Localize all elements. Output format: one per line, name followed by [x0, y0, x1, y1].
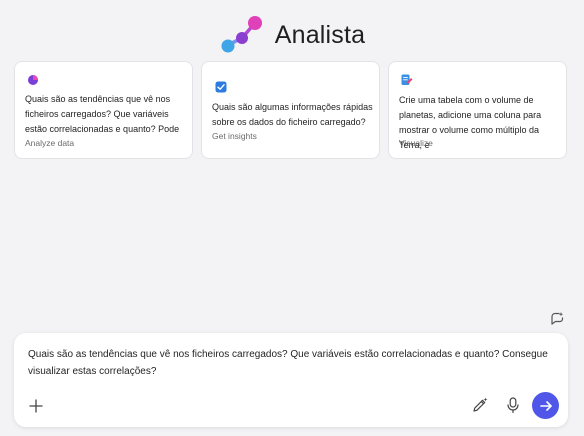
suggestion-text: Quais são as tendências que vê nos fiche…	[25, 94, 180, 134]
app-header: Analista	[0, 14, 584, 56]
suggestion-card-insights[interactable]: Quais são algumas informações rápidas so…	[201, 61, 380, 159]
pen-sparkle-icon[interactable]	[471, 396, 489, 414]
suggestion-card-visualize[interactable]: Crie uma tabela com o volume de planetas…	[388, 61, 567, 159]
app-title: Analista	[274, 20, 366, 49]
send-button[interactable]	[532, 392, 559, 419]
checkbox-icon	[215, 81, 227, 93]
document-edit-icon	[401, 74, 413, 85]
suggestion-category: Get insights	[212, 131, 257, 141]
chat-history-icon[interactable]	[549, 311, 565, 327]
suggestion-category: Analyze data	[25, 138, 75, 148]
chart-icon	[28, 75, 38, 85]
microphone-icon[interactable]	[506, 397, 520, 414]
analista-logo-icon	[221, 16, 262, 53]
suggestion-card-analyze[interactable]: Quais são as tendências que vê nos fiche…	[14, 61, 193, 159]
chat-composer[interactable]: Quais são as tendências que vê nos fiche…	[14, 333, 568, 427]
message-input[interactable]: Quais são as tendências que vê nos fiche…	[28, 346, 564, 380]
arrow-right-icon	[539, 400, 552, 411]
plus-icon[interactable]	[28, 398, 44, 414]
suggestion-category: Visualize	[399, 138, 433, 148]
suggestion-text: Quais são algumas informações rápidas so…	[212, 102, 373, 127]
